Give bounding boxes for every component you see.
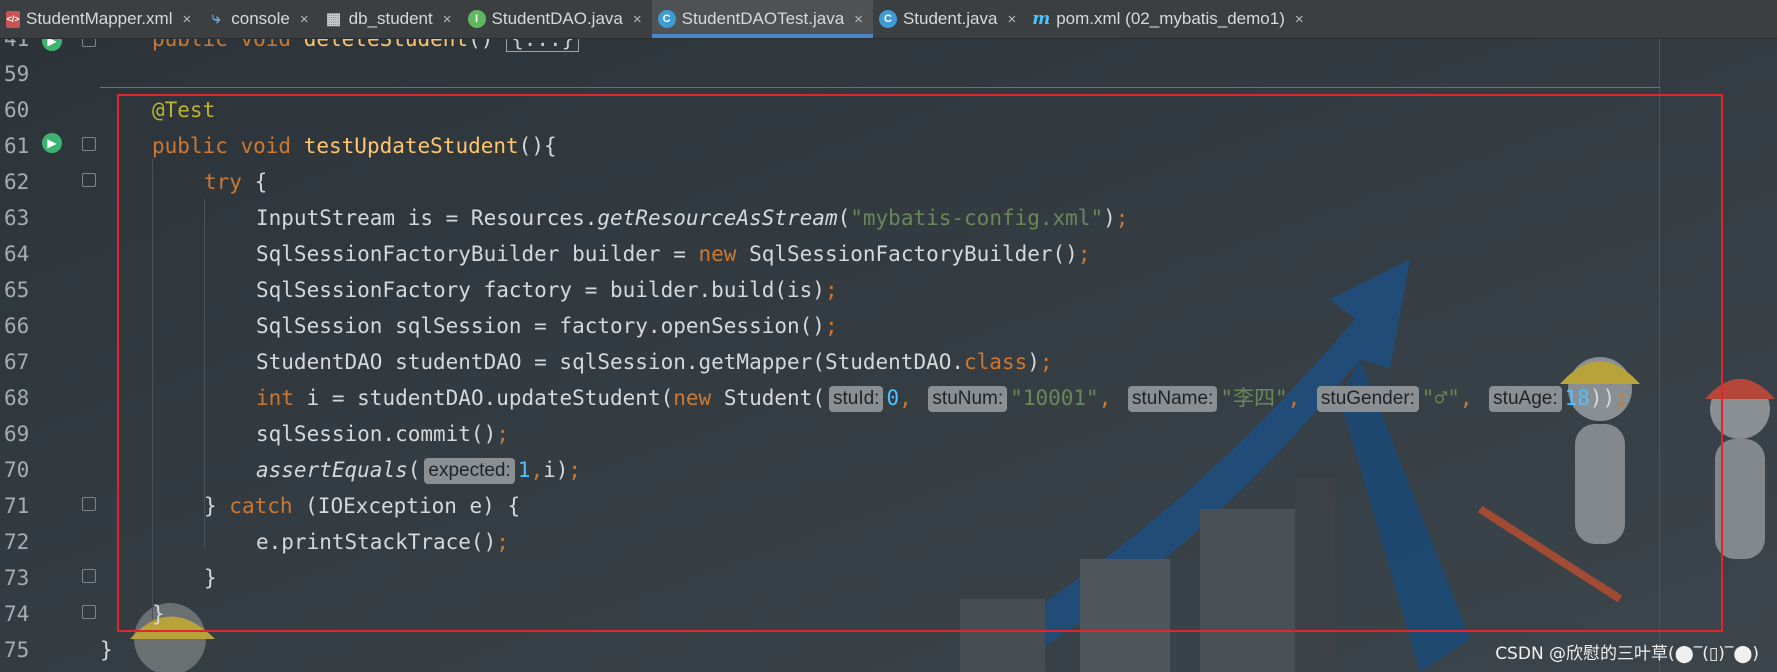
close-icon[interactable]: × xyxy=(182,11,191,28)
code-line-41[interactable]: public void deleteStudent() {...} xyxy=(152,39,580,57)
tab-studentdao-java[interactable]: I StudentDAO.java × xyxy=(462,0,652,38)
tab-label: StudentMapper.xml xyxy=(26,9,173,28)
line-number: 73 xyxy=(4,566,30,590)
tab-label: pom.xml (02_mybatis_demo1) xyxy=(1056,9,1285,28)
class-icon: C xyxy=(878,10,897,28)
interface-icon: I xyxy=(467,10,486,28)
line-number: 59 xyxy=(4,62,30,86)
close-icon[interactable]: × xyxy=(854,11,863,28)
close-icon[interactable]: × xyxy=(300,11,309,28)
highlight-box xyxy=(117,94,1723,632)
code-editor[interactable]: 41 59 60 61 62 63 64 65 66 67 68 69 70 71 72 73 74 75 ▶ ▶… xyxy=(0,39,1777,672)
line-number: 67 xyxy=(4,350,30,374)
tab-studentmapper-xml[interactable]: </> StudentMapper.xml × xyxy=(0,0,201,38)
maven-icon: m xyxy=(1032,9,1051,29)
close-icon[interactable]: × xyxy=(443,11,452,28)
close-icon[interactable]: × xyxy=(1007,11,1016,28)
table-icon: ▦ xyxy=(326,11,342,28)
line-number: 60 xyxy=(4,98,30,122)
fold-marker[interactable] xyxy=(82,173,96,187)
line-number: 66 xyxy=(4,314,30,338)
line-number: 61 xyxy=(4,134,30,158)
fold-marker[interactable] xyxy=(82,605,96,619)
folded-code-placeholder[interactable]: {...} xyxy=(506,39,580,52)
tab-label: db_student xyxy=(348,9,433,28)
tab-label: StudentDAO.java xyxy=(491,9,623,28)
tab-console[interactable]: ⤷ console × xyxy=(201,0,318,38)
fold-marker[interactable] xyxy=(82,137,96,151)
tab-student-java[interactable]: C Student.java × xyxy=(873,0,1026,38)
close-icon[interactable]: × xyxy=(1295,11,1304,28)
line-number: 62 xyxy=(4,170,30,194)
line-number: 68 xyxy=(4,386,30,410)
tab-db-student[interactable]: ▦ db_student × xyxy=(319,0,462,38)
method-separator xyxy=(100,87,1660,88)
run-test-icon[interactable]: ▶ xyxy=(42,133,62,153)
line-number: 72 xyxy=(4,530,30,554)
editor-tab-bar: </> StudentMapper.xml × ⤷ console × ▦ db_studen… xyxy=(0,0,1777,39)
line-number: 75 xyxy=(4,638,30,662)
line-number: 64 xyxy=(4,242,30,266)
csdn-watermark: CSDN @欣慰的三叶草(⬤‾(▯)‾⬤) xyxy=(1495,644,1759,664)
console-icon: ⤷ xyxy=(211,10,221,27)
line-number: 69 xyxy=(4,422,30,446)
fold-marker[interactable] xyxy=(82,497,96,511)
line-number: 71 xyxy=(4,494,30,518)
line-number: 65 xyxy=(4,278,30,302)
tab-label: console xyxy=(231,9,290,28)
line-number: 63 xyxy=(4,206,30,230)
line-number: 41 xyxy=(4,39,30,51)
tab-pom-xml-02-mybatis-demo1[interactable]: m pom.xml (02_mybatis_demo1) × xyxy=(1026,0,1313,38)
tab-studentdaotest-java[interactable]: C StudentDAOTest.java × xyxy=(651,0,874,38)
tab-label: StudentDAOTest.java xyxy=(681,9,845,28)
class-icon: C xyxy=(657,10,676,28)
code-line-75[interactable]: } xyxy=(100,632,113,668)
line-number: 74 xyxy=(4,602,30,626)
tab-label: Student.java xyxy=(902,9,998,28)
line-number: 70 xyxy=(4,458,30,482)
xml-file-icon: </> xyxy=(6,10,20,28)
fold-marker[interactable] xyxy=(82,569,96,583)
close-icon[interactable]: × xyxy=(633,11,642,28)
fold-marker[interactable] xyxy=(82,39,96,47)
